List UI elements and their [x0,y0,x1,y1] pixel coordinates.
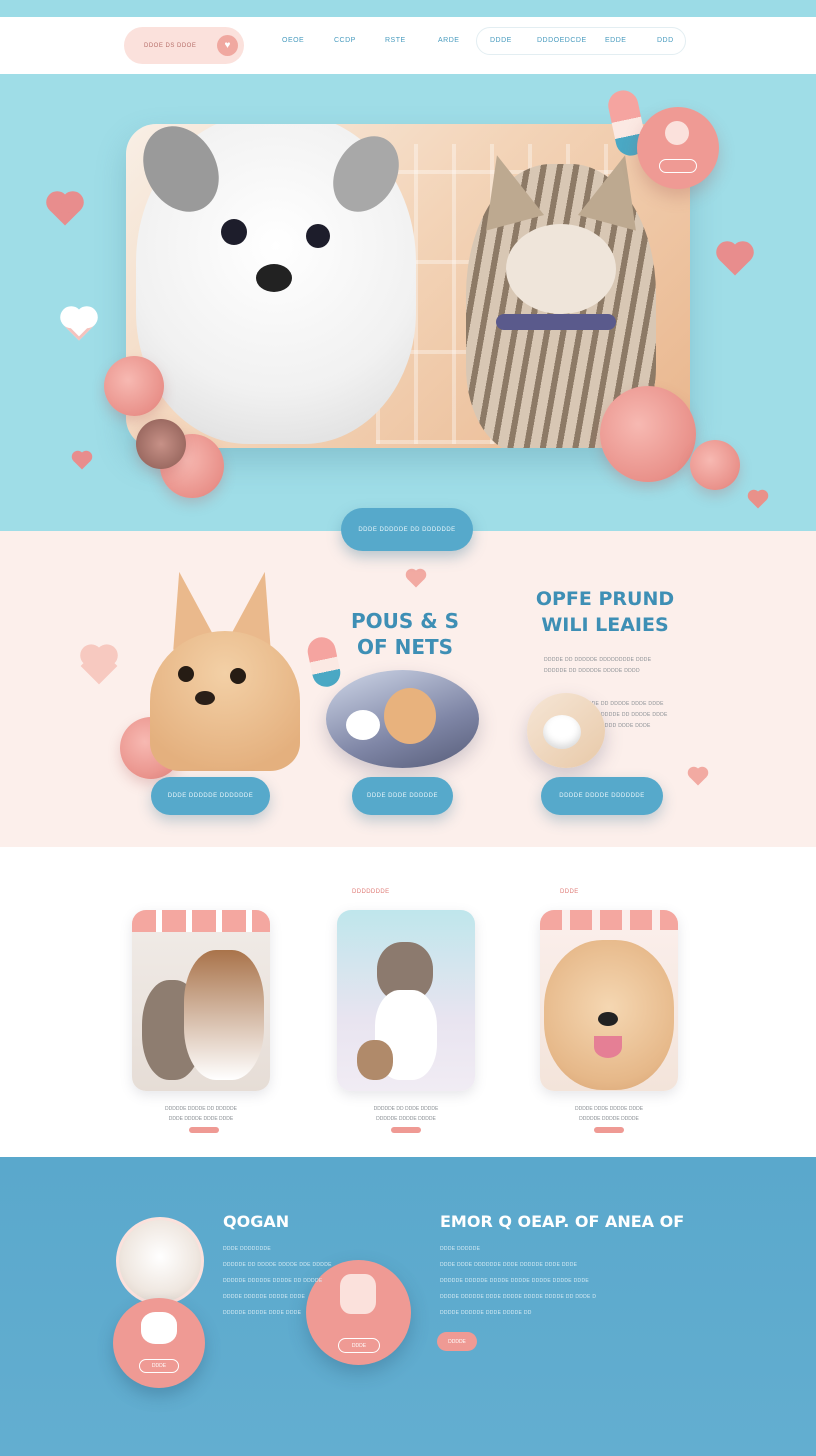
card-label: DDDE [560,889,579,895]
logo[interactable]: DDOE DS DDOE ♥ [124,27,244,64]
title-line: OF NETS [356,635,454,659]
heart-icon [73,452,91,470]
caption-line: DDDE DDDDE DDDE DDDE [168,1116,234,1122]
flower-decoration [136,419,186,469]
badge-button[interactable]: DDDE [338,1338,380,1353]
footer-text-line: DDDDE DDDDDE DDDE DDDDE DDDDE DDDDE DD D… [440,1294,597,1300]
footer-text-line: DDDDE DDDDDE DDDDE DDDE [223,1294,306,1300]
heart-icon [749,491,767,509]
nav-link-3[interactable]: RSTE [385,37,406,44]
title-line: WILI LEAIES [541,614,669,636]
pet-icon [340,1274,376,1314]
hero-cta-button[interactable]: DDDE DDDDDE DD DDDDDDE [341,508,473,551]
pet-icon [665,121,689,145]
footer-subtitle: DDDE DDDDDDDE [223,1246,272,1252]
footer-cta-button[interactable]: DDDDE [437,1332,477,1351]
paw-icon: ♥ [217,35,238,56]
footer-section: DDDE DDDE QOGAN DDDE DDDDDDDE DDDDDE DD … [0,1157,816,1456]
footer-text-line: DDDDDE DD DDDDE DDDDE DDE DDDDE [223,1262,332,1268]
top-strip [0,0,816,17]
caption-line: DDDDE DDDE DDDDE DDDE [574,1106,644,1112]
flower-decoration [104,356,164,416]
footer-title-left: QOGAN [223,1212,290,1231]
nav-pill-link-3[interactable]: EDDE [605,37,626,44]
footer-subtitle: DDDE DDDDDE [440,1246,481,1252]
card-caption: DDDDDE DDDDE DD DDDDDE DDDE DDDDE DDDE D… [132,1104,270,1124]
footer-text-line: DDDDDE DDDDE DDDE DDDE [223,1310,302,1316]
badge-button[interactable] [659,159,697,173]
caption-line: DDDDDE DDDDE DD DDDDDE [165,1106,237,1112]
title-line: OPFE PRUND [535,588,675,610]
pet-card[interactable] [132,910,270,1091]
hero-section [0,74,816,531]
flower-decoration [690,440,740,490]
caption-line: DDDDDE DDDDE DDDDE [376,1116,436,1122]
caption-line: DDDDDE DD DDDE DDDDE [373,1106,439,1112]
section-paragraph: DDDDE DD DDDDDE DDDDDDDDE DDDE DDDDDE DD… [544,655,651,677]
card-label: DDDDDDDE [352,889,390,895]
puppy-illustration [150,567,300,771]
heart-icon [719,244,751,276]
pet-card[interactable] [337,910,475,1091]
nav-pill-link-4[interactable]: DDD [657,37,674,44]
adopt-button[interactable]: DDDE DDDE DDDDDE [352,777,453,815]
nav-link-2[interactable]: CCDP [334,37,356,44]
hero-badge[interactable] [637,107,719,189]
footer-text-line: DDDE DDDE DDDDDDE DDDE DDDDDE DDDE DDDE [440,1262,578,1268]
paragraph-line: DDDDE DD DDDDDE DDDDDDDDE DDDE [544,657,652,663]
cat-photo [326,670,479,768]
nav-pill-link-1[interactable]: DDDE [490,37,512,44]
paragraph-line: DDDDDE DD DDDDDE DDDDE DDDD [544,668,640,674]
badge-button[interactable]: DDDE [139,1359,179,1373]
title-line: POUS & S [350,609,460,633]
contact-button[interactable]: DDDDE DDDDE DDDDDDE [541,777,663,815]
pet-card[interactable] [540,910,678,1091]
footer-badge[interactable]: DDDE [113,1298,205,1388]
flower-decoration [600,386,696,482]
puppy-photo [527,693,605,768]
heart-icon [407,570,425,588]
footer-text-line: DDDDE DDDDDE DDDE DDDDE DD [440,1310,532,1316]
navbar: DDOE DS DDOE ♥ OEOE CCDP RSTE ARDE DDDE … [0,17,816,74]
hero-image [126,124,690,448]
footer-text-line: DDDDDE DDDDDE DDDDE DD DDDDE [223,1278,323,1284]
nav-link-1[interactable]: OEOE [282,37,304,44]
card-link[interactable] [391,1127,421,1133]
logo-text: DDOE DS DDOE [144,42,197,49]
caption-line: DDDDDE DDDDE DDDDE [579,1116,639,1122]
outline-heart-icon [63,309,95,341]
footer-text-line: DDDDDE DDDDDE DDDDE DDDDE DDDDE DDDDE DD… [440,1278,589,1284]
heart-icon [49,194,81,226]
card-caption: DDDDE DDDE DDDDE DDDE DDDDDE DDDDE DDDDE [540,1104,678,1124]
pet-icon [141,1312,177,1344]
heart-icon [80,647,118,685]
card-link[interactable] [189,1127,219,1133]
section-title-left: POUS & S OF NETS [330,608,480,660]
gallery-section: DDDDDDDE DDDE DDDDDE DDDDE DD DDDDDE DDD… [0,847,816,1157]
section-title-right: OPFE PRUND WILI LEAIES [530,586,680,638]
card-caption: DDDDDE DD DDDE DDDDE DDDDDE DDDDE DDDDE [337,1104,475,1124]
footer-badge[interactable]: DDDE [306,1260,411,1365]
pet-avatar [116,1217,204,1305]
nav-pill-link-2[interactable]: DDDOEDCDE [537,37,587,44]
heart-icon [689,768,707,786]
dog-illustration [128,124,416,444]
card-link[interactable] [594,1127,624,1133]
learn-more-button[interactable]: DDDE DDDDDE DDDDDDE [151,777,270,815]
footer-title-right: EMOR Q OEAP. OF ANEA OF [440,1212,685,1231]
pets-section: POUS & S OF NETS OPFE PRUND WILI LEAIES … [0,531,816,847]
nav-link-4[interactable]: ARDE [438,37,459,44]
